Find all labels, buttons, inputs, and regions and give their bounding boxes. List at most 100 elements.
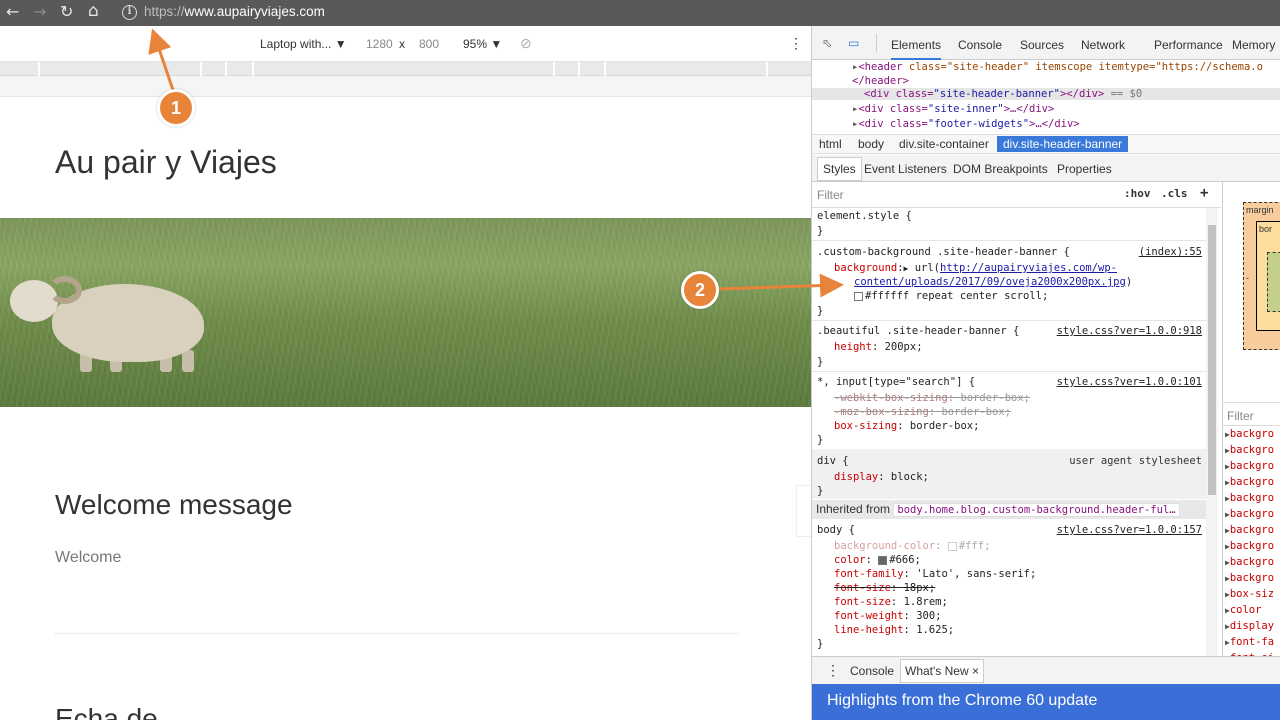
back-arrow-icon[interactable]: ← xyxy=(6,3,19,21)
tab-properties[interactable]: Properties xyxy=(1057,162,1112,176)
color-swatch[interactable] xyxy=(947,541,957,551)
rule-property-moz-box-sizing[interactable]: -moz-box-sizing: border-box; xyxy=(834,406,1011,418)
computed-property-item[interactable]: ▶backgro xyxy=(1225,540,1280,556)
computed-property-item[interactable]: ▶backgro xyxy=(1225,508,1280,524)
rule-property-background[interactable]: background:▶ url(http://aupairyviajes.co… xyxy=(834,262,1117,274)
computed-property-item[interactable]: ▶box-siz xyxy=(1225,588,1280,604)
breadcrumb-site-container[interactable]: div.site-container xyxy=(899,137,989,151)
dom-node-site-inner[interactable]: ▸<div class="site-inner">…</div> xyxy=(852,103,1054,115)
rotate-icon[interactable]: ⊘ xyxy=(520,35,532,52)
property-value: #ffffff repeat center scroll; xyxy=(865,290,1049,302)
styles-scrollbar[interactable] xyxy=(1206,208,1218,656)
computed-property-item[interactable]: ▶backgro xyxy=(1225,556,1280,572)
rule-property-font-family[interactable]: font-family: 'Lato', sans-serif; xyxy=(834,568,1036,580)
drawer-tab-whats-new[interactable]: What's New × xyxy=(900,659,984,683)
rule-property-color[interactable]: color: #666; xyxy=(834,554,921,566)
property-value: 'Lato', sans-serif; xyxy=(916,568,1037,580)
site-title[interactable]: Au pair y Viajes xyxy=(55,144,277,181)
computed-property-item[interactable]: ▶backgro xyxy=(1225,524,1280,540)
width-input[interactable]: 1280 xyxy=(366,37,393,51)
tab-elements[interactable]: Elements xyxy=(891,38,942,60)
close-icon[interactable]: × xyxy=(972,664,979,678)
dom-node-header-close[interactable]: </header> xyxy=(852,75,909,87)
dom-node-selected[interactable]: <div class="site-header-banner"></div> =… xyxy=(812,88,1280,100)
background-url-link-cont[interactable]: content/uploads/2017/09/oveja2000x200px.… xyxy=(854,276,1126,288)
breadcrumb-html[interactable]: html xyxy=(819,137,842,151)
rule-source-link[interactable]: (index):55 xyxy=(1139,246,1202,258)
rule-beautiful-selector[interactable]: .beautiful .site-header-banner { xyxy=(817,325,1019,337)
rule-source-link[interactable]: style.css?ver=1.0.0:101 xyxy=(1057,376,1202,388)
property-value: border-box; xyxy=(960,392,1030,404)
element-style-selector[interactable]: element.style { xyxy=(817,210,912,222)
forward-arrow-icon[interactable]: → xyxy=(33,3,46,21)
rule-property-webkit-box-sizing[interactable]: -webkit-box-sizing: border-box; xyxy=(834,392,1030,404)
inherited-selector-link[interactable]: body.home.blog.custom-background.header-… xyxy=(893,503,1180,517)
computed-property-item[interactable]: ▶font-fa xyxy=(1225,636,1280,652)
tab-memory[interactable]: Memory xyxy=(1232,38,1275,52)
rule-property-height[interactable]: height: 200px; xyxy=(834,341,923,353)
computed-filter-input[interactable]: Filter xyxy=(1223,402,1280,426)
computed-property-item[interactable]: ▶backgro xyxy=(1225,460,1280,476)
color-swatch[interactable] xyxy=(878,555,888,565)
rule-body-selector[interactable]: body { xyxy=(817,524,855,536)
rule-property-box-sizing[interactable]: box-sizing: border-box; xyxy=(834,420,979,432)
tab-console[interactable]: Console xyxy=(958,38,1002,52)
property-colon: : xyxy=(890,596,898,608)
tab-styles[interactable]: Styles xyxy=(817,157,862,181)
computed-property-item[interactable]: ▶display xyxy=(1225,620,1280,636)
computed-property-item[interactable]: ▶backgro xyxy=(1225,444,1280,460)
styles-rules-pane: element.style { } .custom-background .si… xyxy=(812,208,1208,658)
height-input[interactable]: 800 xyxy=(419,37,439,51)
drawer-menu-icon[interactable]: ⋮ xyxy=(826,662,840,679)
dom-node-footer-widgets[interactable]: ▸<div class="footer-widgets">…</div> xyxy=(852,118,1080,130)
rule-property-font-weight[interactable]: font-weight: 300; xyxy=(834,610,942,622)
rule-property-font-size[interactable]: font-size: 1.8rem; xyxy=(834,596,948,608)
breadcrumb-site-header-banner[interactable]: div.site-header-banner xyxy=(997,136,1129,152)
tab-event-listeners[interactable]: Event Listeners xyxy=(864,162,947,176)
more-options-icon[interactable]: ⋮ xyxy=(789,35,803,52)
tab-sources[interactable]: Sources xyxy=(1020,38,1064,52)
background-url-link[interactable]: http://aupairyviajes.com/wp- xyxy=(940,262,1117,274)
zoom-select[interactable]: 95% ▼ xyxy=(463,37,502,51)
color-swatch[interactable] xyxy=(854,291,863,301)
new-rule-button[interactable]: + xyxy=(1200,185,1208,201)
tab-network[interactable]: Network xyxy=(1081,38,1125,52)
computed-property-item[interactable]: ▶backgro xyxy=(1225,572,1280,588)
tab-performance[interactable]: Performance xyxy=(1154,38,1223,52)
computed-property-item[interactable]: ▶backgro xyxy=(1225,476,1280,492)
dom-node-header[interactable]: ▸<header class="site-header" itemscope i… xyxy=(852,61,1263,73)
expand-triangle-icon[interactable]: ▶ xyxy=(904,264,909,273)
rule-source-link[interactable]: style.css?ver=1.0.0:157 xyxy=(1057,524,1202,536)
rule-source-link[interactable]: style.css?ver=1.0.0:918 xyxy=(1057,325,1202,337)
reload-icon[interactable]: ↻ xyxy=(60,3,73,21)
rule-custom-background-selector[interactable]: .custom-background .site-header-banner { xyxy=(817,246,1070,258)
whats-new-banner[interactable]: Highlights from the Chrome 60 update xyxy=(812,684,1280,720)
scrollbar-thumb[interactable] xyxy=(1208,225,1216,495)
address-bar[interactable]: https://www.aupairyviajes.com xyxy=(144,4,325,19)
breadcrumb-body[interactable]: body xyxy=(858,137,884,151)
rule-div-selector[interactable]: div { xyxy=(817,455,849,467)
rule-property-background-color[interactable]: background-color: #fff; xyxy=(834,540,990,552)
rule-property-font-size-overridden[interactable]: font-size: 18px; xyxy=(834,582,935,594)
styles-filter-input[interactable]: Filter xyxy=(817,188,844,202)
box-model-dash: - xyxy=(1246,273,1249,283)
emulated-page: Au pair y Viajes Welcome message Welcome… xyxy=(0,97,811,720)
class-toggle[interactable]: .cls xyxy=(1161,187,1188,200)
hover-state-toggle[interactable]: :hov xyxy=(1124,187,1151,200)
property-colon: : xyxy=(903,610,910,622)
device-select[interactable]: Laptop with... ▼ xyxy=(260,37,347,51)
styles-filter-bar: Filter :hov .cls + xyxy=(812,182,1221,208)
tab-dom-breakpoints[interactable]: DOM Breakpoints xyxy=(953,162,1048,176)
rule-universal-selector[interactable]: *, input[type="search"] { xyxy=(817,376,975,388)
computed-property-item[interactable]: ▶backgro xyxy=(1225,492,1280,508)
computed-property-item[interactable]: ▶backgro xyxy=(1225,428,1280,444)
inspect-element-icon[interactable]: ⬁ xyxy=(822,36,836,50)
home-icon[interactable]: ⌂ xyxy=(88,2,99,20)
rule-property-line-height[interactable]: line-height: 1.625; xyxy=(834,624,954,636)
media-query-ruler xyxy=(0,62,811,76)
rule-close-brace: } xyxy=(817,225,824,237)
computed-property-item[interactable]: ▶color xyxy=(1225,604,1280,620)
device-toggle-icon[interactable]: ▭ xyxy=(848,36,862,50)
drawer-tab-console[interactable]: Console xyxy=(850,664,894,678)
info-icon[interactable]: i xyxy=(122,5,137,20)
